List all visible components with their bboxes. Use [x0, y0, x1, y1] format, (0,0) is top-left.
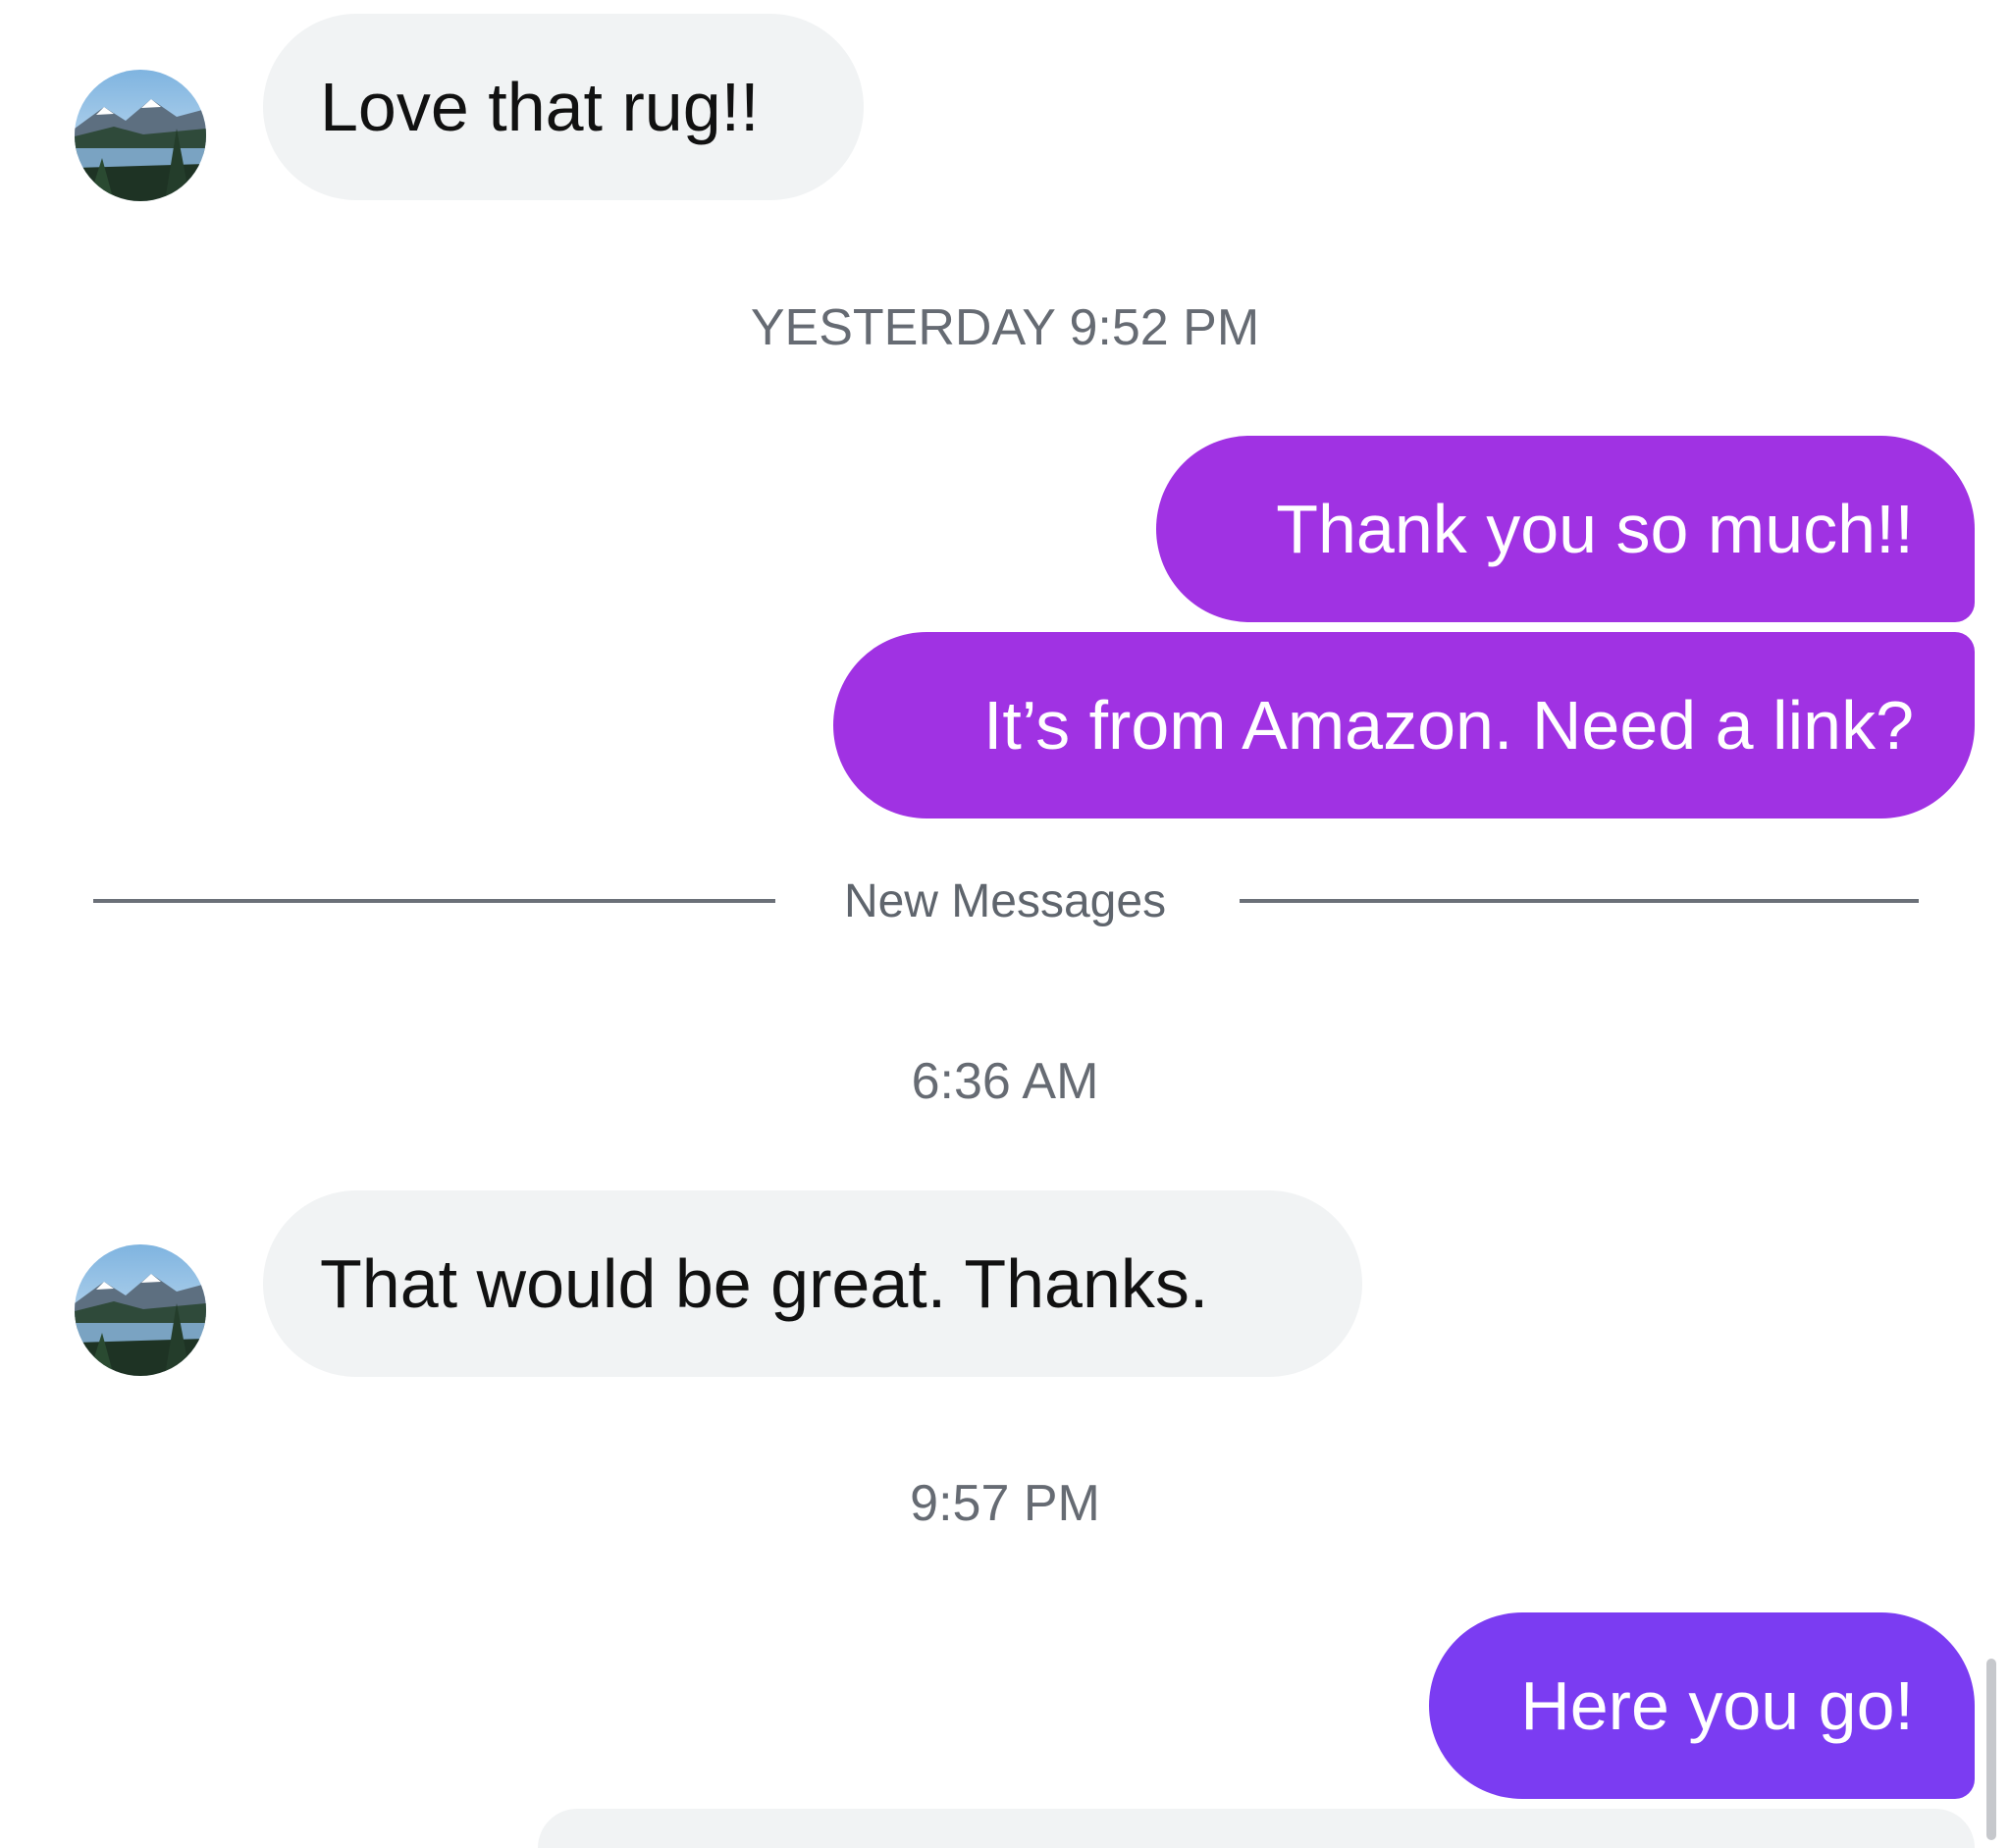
mountain-lake-photo-icon — [75, 1244, 206, 1376]
message-text: It’s from Amazon. Need a link? — [982, 687, 1914, 764]
timestamp: 6:36 AM — [911, 1053, 1099, 1110]
message-bubble-incoming[interactable]: Love that rug!! — [263, 14, 864, 200]
contact-avatar[interactable] — [75, 1244, 206, 1376]
scrollbar-thumb[interactable] — [1986, 1659, 1996, 1840]
mountain-lake-photo-icon — [75, 70, 206, 201]
message-text: Love that rug!! — [320, 69, 760, 145]
message-bubble-outgoing[interactable]: Here you go! — [1429, 1612, 1975, 1799]
message-text: That would be great. Thanks. — [320, 1245, 1209, 1322]
message-bubble-outgoing[interactable]: It’s from Amazon. Need a link? — [833, 632, 1975, 818]
divider-line-right — [1240, 899, 1919, 903]
contact-avatar[interactable] — [75, 70, 206, 201]
message-text: Thank you so much!! — [1276, 491, 1914, 567]
message-bubble-incoming[interactable]: That would be great. Thanks. — [263, 1190, 1362, 1377]
message-bubble-outgoing[interactable]: Thank you so much!! — [1156, 436, 1975, 622]
message-bubble-partial[interactable] — [538, 1809, 1975, 1848]
timestamp: YESTERDAY 9:52 PM — [750, 299, 1260, 356]
message-text: Here you go! — [1520, 1667, 1914, 1744]
timestamp: 9:57 PM — [910, 1475, 1100, 1532]
